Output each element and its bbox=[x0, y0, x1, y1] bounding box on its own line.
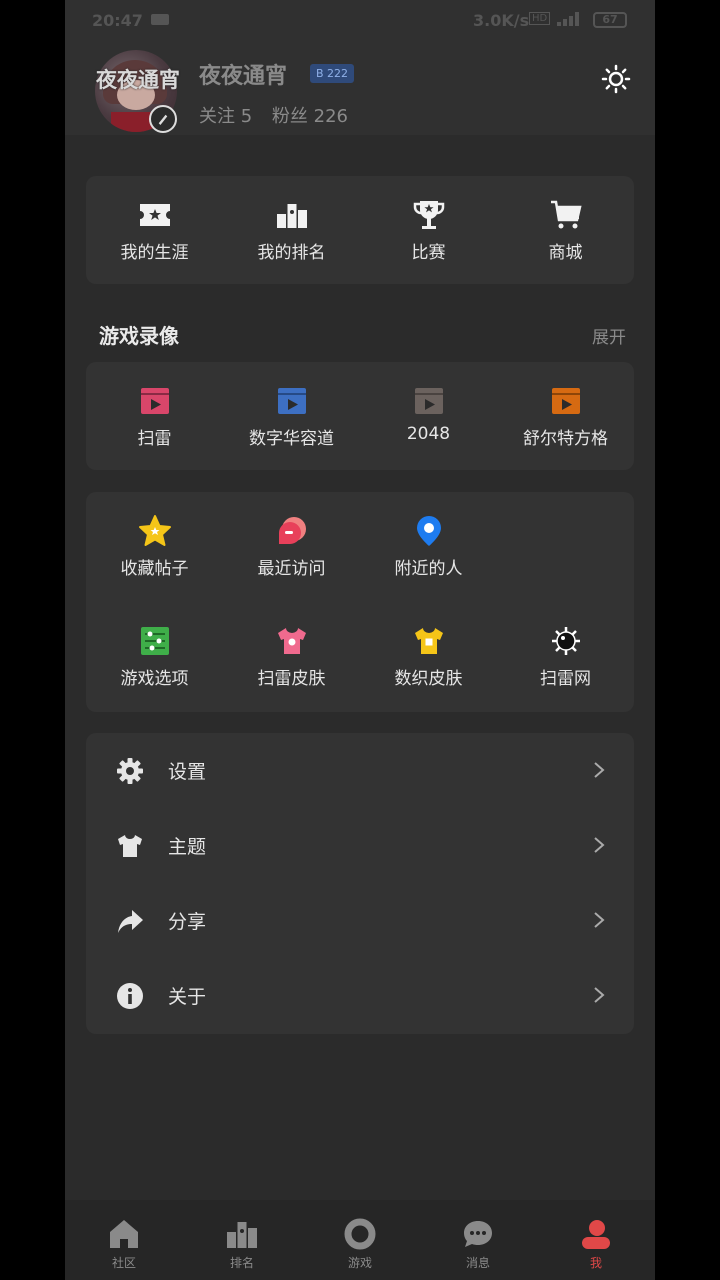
tab-label: 我 bbox=[589, 1256, 602, 1270]
tab-me[interactable]: 我 bbox=[537, 1200, 655, 1280]
feature-recent-visits[interactable]: 最近访问 bbox=[223, 514, 360, 579]
replay-label: 扫雷 bbox=[137, 429, 172, 449]
signal-icon bbox=[557, 12, 579, 26]
menu-item-label: 设置 bbox=[168, 761, 207, 783]
replays-section-title: 游戏录像 bbox=[99, 324, 179, 348]
replay-label: 数字华容道 bbox=[249, 429, 334, 449]
trophy-icon bbox=[413, 201, 444, 229]
settings-menu-card: 设置 主题 分享 关于 bbox=[86, 733, 634, 1034]
chat-bubble-icon bbox=[464, 1221, 492, 1247]
video-clapper-icon bbox=[551, 388, 580, 414]
user-icon bbox=[582, 1220, 610, 1249]
mine-icon bbox=[551, 627, 580, 655]
feature-label: 扫雷皮肤 bbox=[257, 669, 326, 689]
quick-link-ranking[interactable]: 我的排名 bbox=[223, 198, 360, 263]
tab-ranking[interactable]: 排名 bbox=[183, 1200, 301, 1280]
gear-icon bbox=[117, 758, 143, 784]
followers-count[interactable]: 粉丝 226 bbox=[272, 106, 348, 127]
feature-label: 附近的人 bbox=[394, 559, 463, 579]
chevron-right-icon bbox=[594, 762, 605, 778]
home-icon bbox=[110, 1220, 138, 1248]
feature-label: 扫雷网 bbox=[540, 669, 591, 689]
game-ring-icon bbox=[344, 1218, 376, 1250]
features-card: 收藏帖子 最近访问 附近的人 游戏选项 扫雷皮肤 数织皮肤 扫雷网 bbox=[86, 492, 634, 712]
feature-minesweeper-skin[interactable]: 扫雷皮肤 bbox=[223, 624, 360, 689]
replay-label: 2048 bbox=[406, 424, 451, 444]
ticket-icon bbox=[139, 204, 170, 226]
feature-label: 最近访问 bbox=[257, 559, 326, 579]
location-pin-icon bbox=[416, 516, 441, 546]
feature-saved-posts[interactable]: 收藏帖子 bbox=[86, 514, 223, 579]
network-speed: 3.0K/s bbox=[473, 11, 530, 30]
tab-messages[interactable]: 消息 bbox=[419, 1200, 537, 1280]
replay-sliding-puzzle[interactable]: 数字华容道 bbox=[223, 384, 360, 449]
feature-game-options[interactable]: 游戏选项 bbox=[86, 624, 223, 689]
following-count[interactable]: 关注 5 bbox=[199, 106, 252, 127]
tab-label: 消息 bbox=[465, 1256, 490, 1270]
shirt-icon bbox=[118, 835, 142, 857]
menu-item-about[interactable]: 关于 bbox=[86, 958, 634, 1033]
bottom-tab-bar: 社区 排名 游戏 消息 我 bbox=[65, 1200, 655, 1280]
edit-pen-icon[interactable] bbox=[149, 105, 177, 133]
chevron-right-icon bbox=[594, 837, 605, 853]
podium-icon bbox=[276, 204, 307, 228]
cart-icon bbox=[550, 200, 582, 229]
chevron-right-icon bbox=[594, 987, 605, 1003]
quick-links-card: 我的生涯 我的排名 比赛 商城 bbox=[86, 176, 634, 284]
star-icon bbox=[138, 515, 171, 546]
feature-nonogram-skin[interactable]: 数织皮肤 bbox=[360, 624, 497, 689]
quick-link-label: 商城 bbox=[548, 243, 583, 263]
tab-games[interactable]: 游戏 bbox=[301, 1200, 419, 1280]
tab-label: 排名 bbox=[229, 1256, 254, 1270]
replay-label: 舒尔特方格 bbox=[523, 429, 608, 449]
quick-link-label: 比赛 bbox=[411, 243, 446, 263]
tab-community[interactable]: 社区 bbox=[65, 1200, 183, 1280]
tab-label: 社区 bbox=[111, 1256, 136, 1270]
menu-item-label: 关于 bbox=[168, 986, 207, 1008]
replays-card: 扫雷 数字华容道 2048 舒尔特方格 bbox=[86, 362, 634, 470]
replay-minesweeper[interactable]: 扫雷 bbox=[86, 384, 223, 449]
video-clapper-icon bbox=[140, 388, 169, 414]
replay-schulte-grid[interactable]: 舒尔特方格 bbox=[497, 384, 634, 449]
sun-icon[interactable] bbox=[601, 64, 631, 94]
feature-label: 收藏帖子 bbox=[120, 559, 189, 579]
quick-link-label: 我的生涯 bbox=[120, 243, 189, 263]
chevron-right-icon bbox=[594, 912, 605, 928]
info-icon bbox=[117, 983, 143, 1009]
menu-item-theme[interactable]: 主题 bbox=[86, 808, 634, 883]
menu-item-share[interactable]: 分享 bbox=[86, 883, 634, 958]
level-badge: B 222 bbox=[310, 64, 355, 83]
menu-item-label: 分享 bbox=[168, 911, 207, 933]
menu-item-label: 主题 bbox=[168, 836, 207, 858]
shirt-yellow-icon bbox=[414, 628, 443, 654]
app-screen: 20:47 3.0K/s HD 67 夜夜通宵 夜夜通宵 B 222 关注 5 … bbox=[65, 0, 655, 1280]
quick-link-store[interactable]: 商城 bbox=[497, 198, 634, 263]
replays-expand-link[interactable]: 展开 bbox=[592, 323, 626, 348]
quick-link-career[interactable]: 我的生涯 bbox=[86, 198, 223, 263]
video-clapper-icon bbox=[414, 388, 443, 414]
shirt-pink-icon bbox=[277, 628, 306, 654]
replay-2048[interactable]: 2048 bbox=[360, 384, 497, 444]
battery-icon: 67 bbox=[593, 12, 627, 28]
hd-icon: HD bbox=[529, 12, 551, 25]
video-clapper-icon bbox=[277, 388, 306, 414]
avatar-overlay-name: 夜夜通宵 bbox=[96, 68, 180, 92]
username[interactable]: 夜夜通宵 bbox=[199, 58, 287, 90]
feature-minesweeper-net[interactable]: 扫雷网 bbox=[497, 624, 634, 689]
quick-link-contest[interactable]: 比赛 bbox=[360, 198, 497, 263]
camera-icon bbox=[151, 14, 169, 25]
feature-label: 游戏选项 bbox=[120, 669, 189, 689]
share-arrow-icon bbox=[118, 910, 143, 933]
quick-link-label: 我的排名 bbox=[257, 243, 326, 263]
recent-icon bbox=[278, 517, 306, 544]
tab-label: 游戏 bbox=[347, 1256, 372, 1270]
sliders-icon bbox=[140, 627, 169, 655]
follow-stats: 关注 5 粉丝 226 bbox=[199, 102, 362, 128]
status-time: 20:47 bbox=[92, 11, 143, 30]
feature-label: 数织皮肤 bbox=[394, 669, 463, 689]
feature-nearby-people[interactable]: 附近的人 bbox=[360, 514, 497, 579]
menu-item-settings[interactable]: 设置 bbox=[86, 733, 634, 808]
status-bar: 20:47 3.0K/s HD 67 bbox=[65, 0, 655, 40]
podium-icon bbox=[227, 1222, 257, 1248]
